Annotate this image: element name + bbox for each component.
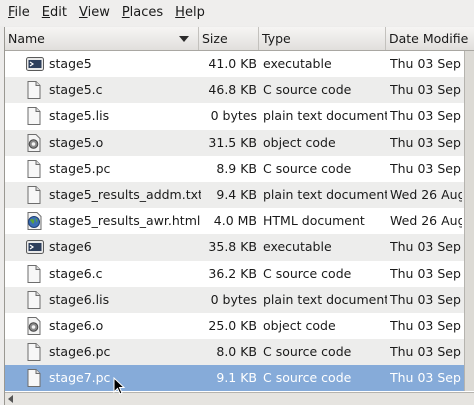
file-type: HTML document xyxy=(263,213,365,229)
file-name: stage5_results_addm.txt xyxy=(49,186,201,202)
document-icon xyxy=(25,80,45,100)
menu-help[interactable]: Help xyxy=(169,0,211,26)
document-icon xyxy=(25,106,45,126)
file-size: 9.4 KB xyxy=(216,186,257,202)
document-icon xyxy=(25,290,45,310)
file-date-modified: Thu 03 Sep xyxy=(390,265,461,281)
menu-file[interactable]: File xyxy=(0,0,36,26)
column-header-type[interactable]: Type xyxy=(259,27,386,50)
file-row[interactable]: stage5 41.0 KB executable Thu 03 Sep xyxy=(5,51,474,78)
file-row[interactable]: stage5.lis 0 bytes plain text document Thu … xyxy=(5,103,474,130)
file-date-modified: Thu 03 Sep xyxy=(390,160,461,176)
sort-descending-icon xyxy=(179,36,189,42)
file-size: 9.1 KB xyxy=(216,370,257,386)
file-size: 35.8 KB xyxy=(208,239,257,255)
executable-icon xyxy=(25,54,45,74)
document-icon xyxy=(25,185,45,205)
column-header-size[interactable]: Size xyxy=(199,27,259,50)
file-type: plain text document xyxy=(263,291,387,307)
file-type: object code xyxy=(263,134,336,150)
file-size: 36.2 KB xyxy=(208,265,257,281)
file-date-modified: Thu 03 Sep xyxy=(390,82,461,98)
file-type: plain text document xyxy=(263,186,387,202)
menu-places[interactable]: Places xyxy=(116,0,169,26)
document-icon xyxy=(25,264,45,284)
document-icon xyxy=(25,342,45,362)
file-name: stage5.o xyxy=(49,134,104,150)
file-list-view: Name Size Type Date Modifie stage5 41.0 K… xyxy=(4,27,474,405)
file-type: C source code xyxy=(263,82,352,98)
file-name: stage5.pc xyxy=(49,160,111,176)
file-date-modified: Thu 03 Sep xyxy=(390,344,461,360)
file-type: executable xyxy=(263,239,332,255)
menu-edit[interactable]: Edit xyxy=(36,0,73,26)
file-row[interactable]: stage5.c 46.8 KB C source code Thu 03 Sep xyxy=(5,77,474,104)
file-date-modified: Thu 03 Sep xyxy=(390,56,461,71)
document-icon xyxy=(25,368,45,388)
menu-bar: File Edit View Places Help xyxy=(0,0,474,26)
file-name: stage5 xyxy=(49,56,92,71)
vertical-scrollbar[interactable] xyxy=(464,51,474,391)
file-size: 0 bytes xyxy=(210,291,257,307)
file-size: 31.5 KB xyxy=(208,134,257,150)
file-row[interactable]: stage6.lis 0 bytes plain text document Thu … xyxy=(5,286,474,313)
scroll-left-icon[interactable] xyxy=(8,395,13,403)
file-row[interactable]: stage5_results_awr.html 4.0 MB HTML docume… xyxy=(5,208,474,235)
file-rows: stage5 41.0 KB executable Thu 03 Sep stage5.… xyxy=(5,51,474,392)
file-type: C source code xyxy=(263,370,352,386)
file-name: stage5.lis xyxy=(49,108,110,124)
file-date-modified: Thu 03 Sep xyxy=(390,108,461,124)
file-date-modified: Wed 26 Aug xyxy=(390,213,462,229)
menu-view[interactable]: View xyxy=(73,0,116,26)
object-code-icon xyxy=(25,316,45,336)
file-name: stage5_results_awr.html xyxy=(49,213,201,229)
file-size: 41.0 KB xyxy=(208,56,257,71)
html-globe-icon xyxy=(25,211,45,231)
file-size: 25.0 KB xyxy=(208,317,257,333)
file-type: C source code xyxy=(263,344,352,360)
executable-icon xyxy=(25,237,45,257)
file-row[interactable]: stage6 35.8 KB executable Thu 03 Sep xyxy=(5,234,474,261)
file-row[interactable]: stage6.o 25.0 KB object code Thu 03 Sep xyxy=(5,312,474,340)
file-name: stage6.lis xyxy=(49,291,110,307)
file-type: object code xyxy=(263,317,336,333)
file-row[interactable]: stage6.c 36.2 KB C source code Thu 03 Sep xyxy=(5,260,474,287)
file-size: 0 bytes xyxy=(210,108,257,124)
file-size: 8.9 KB xyxy=(216,160,257,176)
file-date-modified: Thu 03 Sep xyxy=(390,291,461,307)
file-type: executable xyxy=(263,56,332,71)
file-row[interactable]: stage5.pc 8.9 KB C source code Thu 03 Sep xyxy=(5,155,474,182)
object-code-icon xyxy=(25,133,45,153)
file-name: stage6.c xyxy=(49,265,103,281)
horizontal-scrollbar[interactable] xyxy=(5,392,474,405)
file-type: plain text document xyxy=(263,108,387,124)
file-size: 4.0 MB xyxy=(213,213,257,229)
file-row[interactable]: stage5.o 31.5 KB object code Thu 03 Sep xyxy=(5,129,474,156)
file-type: C source code xyxy=(263,265,352,281)
file-name: stage6.o xyxy=(49,317,104,333)
file-row[interactable]: stage5_results_addm.txt 9.4 KB plain text … xyxy=(5,181,474,209)
file-date-modified: Thu 03 Sep xyxy=(390,239,461,255)
file-name: stage6.pc xyxy=(49,344,111,360)
document-icon xyxy=(25,159,45,179)
file-date-modified: Wed 26 Aug xyxy=(390,186,462,202)
file-date-modified: Thu 03 Sep xyxy=(390,134,461,150)
mouse-pointer-icon xyxy=(113,377,126,395)
file-name: stage6 xyxy=(49,239,92,255)
file-row[interactable]: stage7.pc 9.1 KB C source code Thu 03 Sep xyxy=(5,365,474,392)
column-header-name[interactable]: Name xyxy=(5,27,199,50)
file-name: stage5.c xyxy=(49,82,103,98)
column-header-date-modified[interactable]: Date Modifie xyxy=(386,27,474,50)
file-date-modified: Thu 03 Sep xyxy=(390,317,461,333)
file-date-modified: Thu 03 Sep xyxy=(390,370,461,386)
file-size: 46.8 KB xyxy=(208,82,257,98)
file-row[interactable]: stage6.pc 8.0 KB C source code Thu 03 Sep xyxy=(5,339,474,366)
column-header-bar: Name Size Type Date Modifie xyxy=(5,27,474,51)
file-type: C source code xyxy=(263,160,352,176)
file-size: 8.0 KB xyxy=(216,344,257,360)
